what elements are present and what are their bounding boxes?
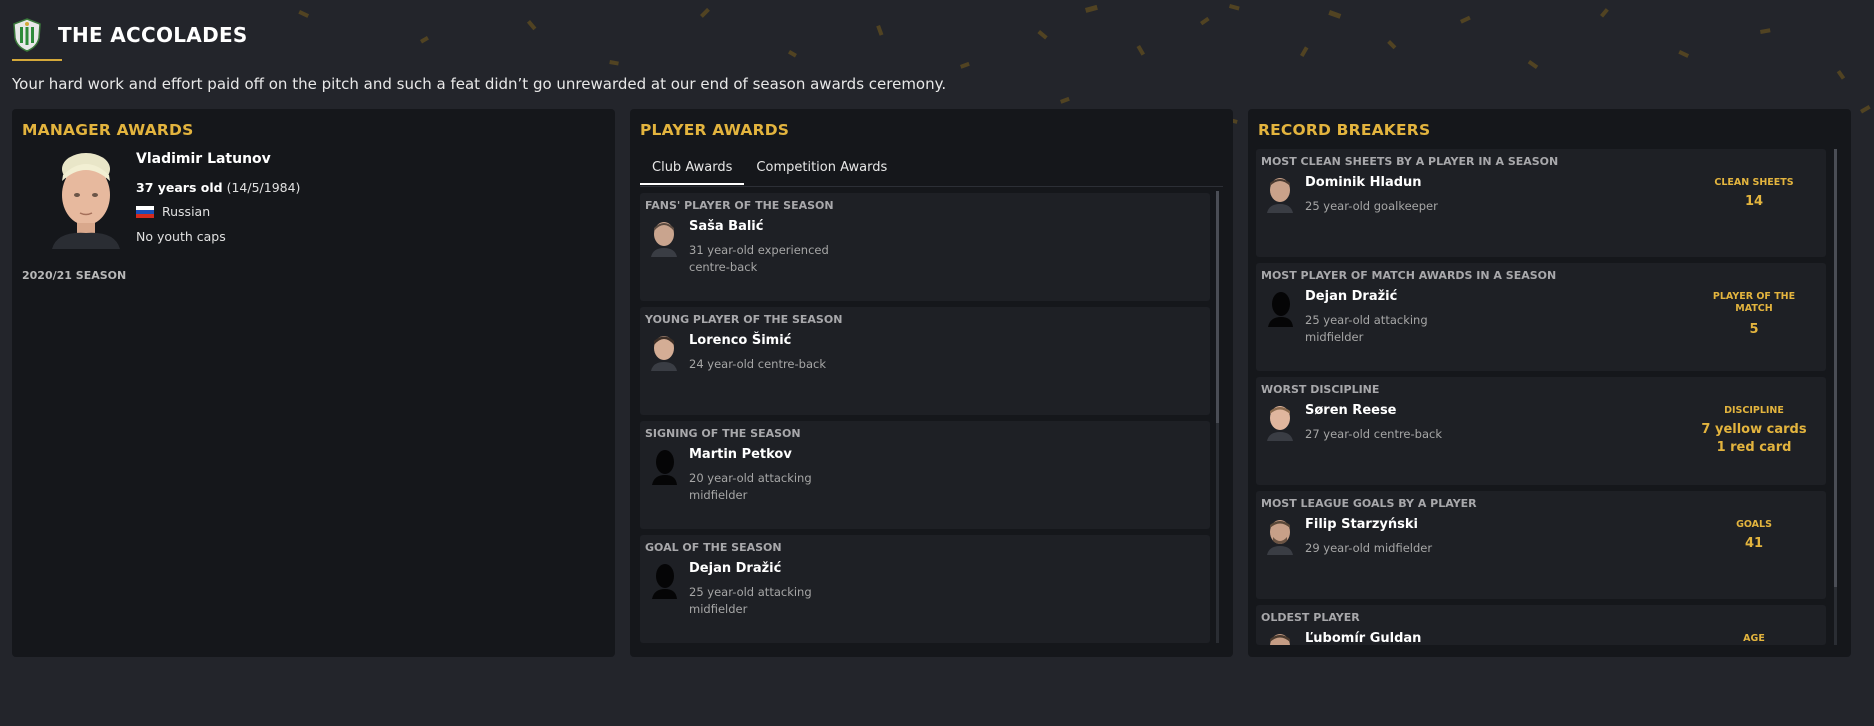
intro-text: Your hard work and effort paid off on th… bbox=[12, 75, 947, 93]
stat-label: PLAYER OF THE MATCH bbox=[1712, 291, 1796, 314]
player-description: 25 year-old attacking midfielder bbox=[1305, 313, 1428, 344]
panel-title: RECORD BREAKERS bbox=[1258, 121, 1431, 139]
player-silhouette-icon bbox=[652, 450, 677, 485]
award-card[interactable]: FANS' PLAYER OF THE SEASON Saša Balić 31… bbox=[640, 193, 1210, 301]
player-description: 25 year-old attacking midfielder bbox=[689, 585, 812, 616]
player-portrait bbox=[651, 336, 677, 371]
record-title: OLDEST PLAYER bbox=[1261, 611, 1360, 624]
award-title: YOUNG PLAYER OF THE SEASON bbox=[645, 313, 843, 326]
player-portrait bbox=[1270, 634, 1290, 645]
player-name[interactable]: Søren Reese bbox=[1305, 403, 1397, 418]
record-card[interactable]: OLDEST PLAYER Ľubomír Guldan AGE bbox=[1256, 605, 1826, 645]
panel-title: MANAGER AWARDS bbox=[22, 121, 194, 139]
player-description: 27 year-old centre-back bbox=[1305, 427, 1442, 441]
manager-portrait bbox=[52, 153, 120, 249]
title-underline bbox=[12, 59, 62, 61]
stat-label: GOALS bbox=[1736, 519, 1772, 530]
stat-value: 41 bbox=[1744, 536, 1764, 551]
player-description: 25 year-old goalkeeper bbox=[1305, 199, 1438, 213]
award-card[interactable]: YOUNG PLAYER OF THE SEASON Lorenco Šimić… bbox=[640, 307, 1210, 415]
tab-divider bbox=[640, 186, 1223, 187]
player-name[interactable]: Lorenco Šimić bbox=[689, 333, 791, 348]
player-name[interactable]: Ľubomír Guldan bbox=[1305, 631, 1421, 645]
manager-nationality: Russian bbox=[136, 204, 210, 219]
manager-awards-panel: MANAGER AWARDS Vladimir Latunov 37 years… bbox=[12, 109, 615, 657]
award-title: FANS' PLAYER OF THE SEASON bbox=[645, 199, 834, 212]
player-description: 31 year-old experienced centre-back bbox=[689, 243, 829, 274]
award-tabs: Club Awards Competition Awards bbox=[640, 154, 899, 185]
player-portrait bbox=[651, 222, 677, 257]
record-breakers-panel: RECORD BREAKERS MOST CLEAN SHEETS BY A P… bbox=[1248, 109, 1851, 657]
stat-value: 14 bbox=[1744, 194, 1764, 209]
player-name[interactable]: Filip Starzyński bbox=[1305, 517, 1418, 532]
russia-flag-icon bbox=[136, 205, 154, 218]
manager-age-value: 37 years old bbox=[136, 180, 223, 195]
record-title: WORST DISCIPLINE bbox=[1261, 383, 1380, 396]
tab-competition-awards[interactable]: Competition Awards bbox=[744, 154, 899, 185]
player-portrait bbox=[1267, 178, 1293, 213]
player-description: 24 year-old centre-back bbox=[689, 357, 826, 371]
record-title: MOST LEAGUE GOALS BY A PLAYER bbox=[1261, 497, 1477, 510]
player-description: 29 year-old midfielder bbox=[1305, 541, 1433, 555]
award-card[interactable]: SIGNING OF THE SEASON Martin Petkov 20 y… bbox=[640, 421, 1210, 529]
player-silhouette-icon bbox=[1268, 292, 1293, 327]
tab-club-awards[interactable]: Club Awards bbox=[640, 154, 745, 185]
club-crest-icon bbox=[13, 18, 41, 52]
manager-nationality-label: Russian bbox=[162, 204, 211, 219]
stat-value: 7 yellow cards bbox=[1701, 422, 1807, 437]
manager-name[interactable]: Vladimir Latunov bbox=[136, 151, 271, 167]
player-name[interactable]: Dejan Dražić bbox=[1305, 289, 1397, 304]
record-card[interactable]: WORST DISCIPLINE Søren Reese 27 year-old… bbox=[1256, 377, 1826, 485]
award-title: GOAL OF THE SEASON bbox=[645, 541, 782, 554]
player-name[interactable]: Saša Balić bbox=[689, 219, 763, 234]
manager-age: 37 years old (14/5/1984) bbox=[136, 180, 300, 195]
record-title: MOST CLEAN SHEETS BY A PLAYER IN A SEASO… bbox=[1261, 155, 1559, 168]
page-title: THE ACCOLADES bbox=[58, 23, 248, 47]
player-silhouette-icon bbox=[652, 564, 677, 599]
player-portrait bbox=[1267, 406, 1293, 441]
scrollbar-thumb[interactable] bbox=[1216, 191, 1219, 423]
stat-label: CLEAN SHEETS bbox=[1714, 177, 1794, 188]
stat-label: AGE bbox=[1743, 633, 1765, 644]
manager-dob: (14/5/1984) bbox=[226, 180, 301, 195]
record-card[interactable]: MOST PLAYER OF MATCH AWARDS IN A SEASON … bbox=[1256, 263, 1826, 371]
award-title: SIGNING OF THE SEASON bbox=[645, 427, 801, 440]
panel-title: PLAYER AWARDS bbox=[640, 121, 790, 139]
stat-value-secondary: 1 red card bbox=[1716, 440, 1792, 455]
player-name[interactable]: Dominik Hladun bbox=[1305, 175, 1422, 190]
record-card[interactable]: MOST CLEAN SHEETS BY A PLAYER IN A SEASO… bbox=[1256, 149, 1826, 257]
award-card[interactable]: GOAL OF THE SEASON Dejan Dražić 25 year-… bbox=[640, 535, 1210, 643]
player-description: 20 year-old attacking midfielder bbox=[689, 471, 812, 502]
scrollbar-thumb[interactable] bbox=[1834, 149, 1837, 587]
record-card[interactable]: MOST LEAGUE GOALS BY A PLAYER Filip Star… bbox=[1256, 491, 1826, 599]
manager-season: 2020/21 SEASON bbox=[22, 269, 127, 282]
player-name[interactable]: Dejan Dražić bbox=[689, 561, 781, 576]
player-name[interactable]: Martin Petkov bbox=[689, 447, 792, 462]
page-header: THE ACCOLADES bbox=[12, 18, 248, 52]
player-awards-panel: PLAYER AWARDS Club Awards Competition Aw… bbox=[630, 109, 1233, 657]
manager-caps: No youth caps bbox=[136, 229, 226, 244]
record-title: MOST PLAYER OF MATCH AWARDS IN A SEASON bbox=[1261, 269, 1557, 282]
stat-value: 5 bbox=[1749, 322, 1759, 337]
stat-label: DISCIPLINE bbox=[1724, 405, 1784, 416]
player-portrait bbox=[1267, 520, 1293, 555]
